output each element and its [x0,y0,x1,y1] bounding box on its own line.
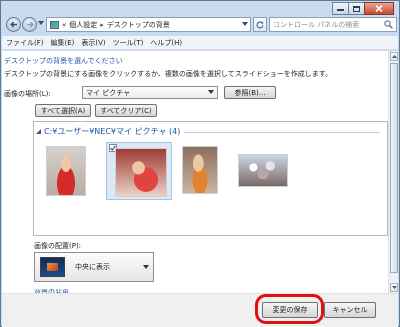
scroll-down-button[interactable] [390,283,398,292]
save-changes-button[interactable]: 変更の保存 [262,302,318,318]
minimize-button[interactable] [332,2,349,15]
address-bar[interactable]: « 個人設定 ▸ デスクトップの背景 [46,17,251,32]
footer-bar: 変更の保存 キャンセル [2,293,398,327]
picture-item-selected[interactable] [106,142,172,200]
folder-group-header[interactable]: C:¥ユーザー¥NEC¥マイ ピクチャ (4) [36,126,180,137]
picture-thumbnail[interactable] [238,154,288,187]
picture-position-value: 中央に表示 [75,263,110,271]
back-button[interactable] [6,17,21,32]
group-divider [184,132,380,133]
collapse-triangle-icon[interactable] [36,129,41,134]
chevron-down-icon [208,90,214,94]
folder-group-label: C:¥ユーザー¥NEC¥マイ ピクチャ (4) [44,127,181,136]
picture-position-label: 画像の配置(P): [34,242,82,250]
control-panel-window: « 個人設定 ▸ デスクトップの背景 コントロール パネルの検索 ファイル(F)… [0,0,400,327]
minimize-icon [337,9,344,11]
picture-thumbnail[interactable] [46,146,86,196]
address-row: « 個人設定 ▸ デスクトップの背景 コントロール パネルの検索 [4,16,398,35]
refresh-button[interactable] [253,17,267,32]
close-button[interactable] [364,2,394,15]
picture-item[interactable] [38,142,96,200]
menu-edit[interactable]: 編集(E) [51,38,75,48]
select-all-button[interactable]: すべて選択(A) [35,104,91,117]
picture-thumbnail[interactable] [115,148,167,197]
chevron-down-icon [143,265,149,269]
scroll-up-icon [391,55,397,58]
forward-button[interactable] [22,17,37,32]
content-area: デスクトップの背景を選んでください デスクトップの背景にする画像をクリックするか… [2,51,398,293]
picture-position-select[interactable]: 中央に表示 [34,252,154,282]
scroll-up-button[interactable] [390,52,398,61]
cancel-button[interactable]: キャンセル [324,302,376,318]
picture-item[interactable] [176,142,226,200]
menu-bar: ファイル(F) 編集(E) 表示(V) ツール(T) ヘルプ(H) [2,36,398,50]
picture-list-pane: C:¥ユーザー¥NEC¥マイ ピクチャ (4) [33,121,388,236]
address-dropdown-icon[interactable] [242,22,248,26]
position-preview-icon [40,257,65,277]
menu-file[interactable]: ファイル(F) [6,38,44,48]
picture-location-select[interactable]: マイ ピクチャ [82,86,218,99]
browse-button[interactable]: 参照(B)... [224,86,276,99]
picture-location-value: マイ ピクチャ [86,88,131,97]
vertical-scrollbar[interactable] [388,51,398,293]
search-placeholder: コントロール パネルの検索 [273,20,360,29]
picture-thumbnail[interactable] [182,146,218,194]
scroll-down-icon [391,286,397,289]
breadcrumb-separator[interactable]: ▸ [100,21,104,29]
menu-tools[interactable]: ツール(T) [113,38,144,48]
picture-location-label: 画像の場所(L): [4,90,51,98]
breadcrumb-desktop-background[interactable]: デスクトップの背景 [107,20,170,30]
back-arrow-icon [9,21,17,28]
refresh-icon [256,20,264,29]
caption-buttons [332,2,394,15]
forward-arrow-icon [26,21,34,28]
scrollbar-thumb[interactable] [390,63,398,273]
menu-view[interactable]: 表示(V) [81,38,105,48]
breadcrumb-personalization[interactable]: 個人設定 [69,20,97,30]
control-panel-icon [50,20,59,29]
close-icon [375,5,383,12]
page-description: デスクトップの背景にする画像をクリックするか、複数の画像を選択してスライドショー… [4,70,333,78]
clear-all-button[interactable]: すべてクリア(C) [95,104,157,117]
recent-pages-chevron-icon[interactable] [38,21,44,25]
maximize-icon [353,5,360,12]
search-icon[interactable] [384,20,393,29]
maximize-button[interactable] [348,2,365,15]
picture-item[interactable] [232,142,294,200]
page-heading: デスクトップの背景を選んでください [4,57,123,65]
menu-help[interactable]: ヘルプ(H) [150,38,182,48]
search-input[interactable]: コントロール パネルの検索 [269,17,397,32]
breadcrumb-prefix[interactable]: « [62,21,66,29]
